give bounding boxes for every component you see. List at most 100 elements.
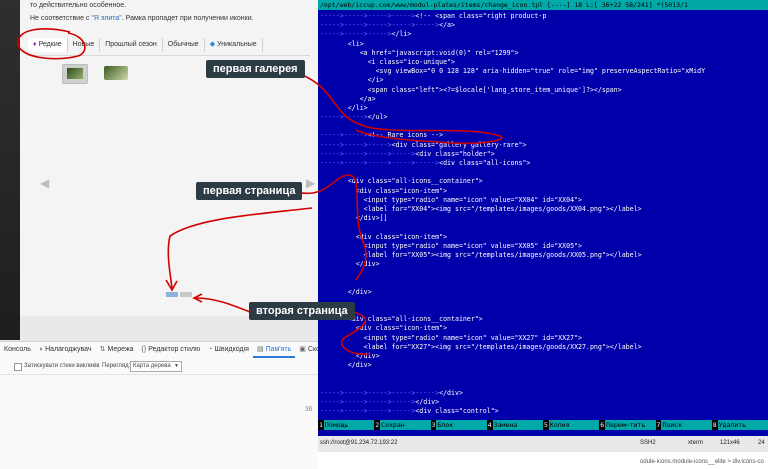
code-line[interactable]: <svg viewBox="0 0 128 128" aria-hidden="… bbox=[320, 67, 768, 76]
code-line[interactable] bbox=[320, 370, 768, 379]
fkey-button[interactable]: 1 Помощь bbox=[318, 420, 375, 430]
collapse-stacks-checkbox[interactable] bbox=[14, 363, 22, 371]
code-line[interactable]: ----->----->-----><div class="gallery ga… bbox=[320, 141, 768, 150]
code-line[interactable]: ----->----->----->-----><div class="hold… bbox=[320, 150, 768, 159]
code-text: <label for="XX27"><img src="/templates/i… bbox=[320, 342, 642, 351]
tab-rare[interactable]: ♦ Редкие bbox=[28, 38, 68, 52]
code-line[interactable]: <div class="icon-item"> bbox=[320, 324, 768, 333]
code-line[interactable] bbox=[320, 278, 768, 287]
performance-icon: ◔ bbox=[208, 346, 213, 353]
code-line[interactable] bbox=[320, 269, 768, 278]
code-line[interactable] bbox=[320, 297, 768, 306]
ssh-protocol: SSH2 bbox=[640, 440, 656, 446]
code-line[interactable]: </div> bbox=[320, 361, 768, 370]
code-text: <li> bbox=[320, 39, 364, 48]
code-line[interactable]: <div class="all-icons__container"> bbox=[320, 177, 768, 186]
code-line[interactable]: <a href="javascript:void(0)" rel="1299"> bbox=[320, 49, 768, 58]
devtools-tab-console[interactable]: Консоль bbox=[0, 342, 35, 358]
tab-markers: ----->-----> bbox=[320, 113, 368, 122]
page-indicator-2[interactable] bbox=[180, 292, 192, 297]
tab-markers: ----->----->----->-----> bbox=[320, 397, 416, 406]
icon-thumbnail[interactable] bbox=[104, 66, 128, 80]
code-line[interactable] bbox=[320, 122, 768, 131]
code-line[interactable]: </div> bbox=[320, 288, 768, 297]
page-indicator-1[interactable] bbox=[166, 292, 178, 297]
tab-unique[interactable]: ◆ Уникальные bbox=[205, 38, 263, 52]
code-line[interactable]: ----->----->-----></li> bbox=[320, 30, 768, 39]
fkey-button[interactable]: 3 Блок bbox=[430, 420, 487, 430]
gallery-prev-arrow[interactable]: ◀ bbox=[40, 176, 49, 190]
devtools-tab-debugger[interactable]: ◗ Налагоджувач bbox=[35, 342, 96, 358]
tab-new[interactable]: Новые bbox=[68, 38, 101, 52]
code-line[interactable]: </i> bbox=[320, 76, 768, 85]
devtools-tab-label: Пам'ять bbox=[265, 346, 292, 353]
code-line[interactable]: <input type="radio" name="icon" value="X… bbox=[320, 242, 768, 251]
code-line[interactable]: </div>[] bbox=[320, 214, 768, 223]
code-text: </div> bbox=[320, 361, 372, 370]
fkey-button[interactable]: 2 Сохран bbox=[374, 420, 431, 430]
code-line[interactable]: ----->----->----->----->-----></div> bbox=[320, 389, 768, 398]
code-line[interactable]: </li> bbox=[320, 104, 768, 113]
code-line[interactable]: ----->-----><!-- Rare icons --> bbox=[320, 131, 768, 140]
code-line[interactable] bbox=[320, 223, 768, 232]
icon-thumbnail-selected[interactable] bbox=[62, 64, 88, 84]
code-text: </div> bbox=[320, 351, 380, 360]
code-line[interactable]: <i class="ico-unique"> bbox=[320, 58, 768, 67]
devtools-hint: Зб bbox=[305, 407, 313, 413]
tab-markers: ----->----->-----> bbox=[320, 140, 392, 149]
code-area[interactable]: ----->----->----->-----> <!-- <span class… bbox=[320, 12, 768, 416]
fkey-label: Перем~тить bbox=[605, 420, 656, 430]
memory-icon: ▤ bbox=[256, 346, 264, 353]
code-line[interactable]: </div> bbox=[320, 352, 768, 361]
elite-link[interactable]: "Я элита" bbox=[91, 15, 121, 22]
code-line[interactable]: <span class="left"><?=$locale['lang_stor… bbox=[320, 86, 768, 95]
code-line[interactable]: <label for="XX05"><img src="/templates/i… bbox=[320, 251, 768, 260]
view-select-value: Карта дерева bbox=[133, 363, 171, 369]
code-line[interactable]: ----->----->----->----->-----><div class… bbox=[320, 159, 768, 168]
code-text: </li> bbox=[391, 30, 412, 39]
code-line[interactable]: <input type="radio" name="icon" value="X… bbox=[320, 196, 768, 205]
devtools-tabs: Консоль ◗ Налагоджувач ⇅ Мережа {} Редактор… bbox=[0, 342, 324, 358]
fkey-button[interactable]: 6 Перем~тить bbox=[599, 420, 656, 430]
code-line[interactable] bbox=[320, 380, 768, 389]
ssh-status-bar: ssh://root@91.234.72.193:22 SSH2 xterm 1… bbox=[318, 436, 768, 452]
fkey-button[interactable]: 7 Поиск bbox=[655, 420, 712, 430]
devtools-tab-performance[interactable]: ◔ Швидкодія bbox=[204, 342, 253, 358]
devtools-tab-style-editor[interactable]: {} Редактор стилю bbox=[138, 342, 205, 358]
gallery-next-arrow[interactable]: ▶ bbox=[306, 176, 315, 190]
code-line[interactable]: <label for="XX04"><img src="/templates/i… bbox=[320, 205, 768, 214]
fkey-button[interactable]: 4 Замена bbox=[486, 420, 543, 430]
tab-common[interactable]: Обычные bbox=[163, 38, 205, 52]
code-line[interactable]: ----->-----></ul> bbox=[320, 113, 768, 122]
view-select[interactable]: Карта дерева ▼ bbox=[130, 361, 182, 372]
code-text: </div> bbox=[439, 388, 463, 397]
devtools-tab-memory[interactable]: ▤ Пам'ять bbox=[252, 342, 296, 358]
code-line[interactable]: <div class="all-icons__container"> bbox=[320, 315, 768, 324]
tab-markers: ----->----->----->-----> bbox=[320, 149, 416, 158]
code-line[interactable] bbox=[320, 168, 768, 177]
view-label: Перегляд: bbox=[102, 363, 131, 369]
code-line[interactable] bbox=[320, 306, 768, 315]
tab-label: Обычные bbox=[167, 41, 199, 48]
code-line[interactable]: <input type="radio" name="icon" value="X… bbox=[320, 334, 768, 343]
code-line[interactable]: <div class="icon-item"> bbox=[320, 187, 768, 196]
code-line[interactable]: ----->----->----->-----></div> bbox=[320, 398, 768, 407]
code-line[interactable]: </a> bbox=[320, 95, 768, 104]
code-line[interactable]: ----->----->----->----->-----></a> bbox=[320, 21, 768, 30]
code-line[interactable]: <label for="XX27"><img src="/templates/i… bbox=[320, 343, 768, 352]
fkey-button[interactable]: 5 Копия bbox=[543, 420, 600, 430]
fkey-button[interactable]: 8 Удалить bbox=[711, 420, 768, 430]
terminal-editor[interactable]: /opt/web/iccup.com/www/modul-plates/item… bbox=[318, 0, 768, 452]
code-line[interactable]: ----->----->----->-----><div class="cont… bbox=[320, 407, 768, 416]
code-text: <label for="XX05"><img src="/templates/i… bbox=[320, 250, 642, 259]
code-line[interactable]: <li> bbox=[320, 40, 768, 49]
devtools-tab-network[interactable]: ⇅ Мережа bbox=[96, 342, 138, 358]
code-text: <!-- <span class="right product-p bbox=[415, 12, 547, 20]
code-line[interactable]: </div> bbox=[320, 260, 768, 269]
tab-markers: ----->----->----->----->-----> bbox=[320, 21, 440, 30]
description-line-2: Не соответствие с "Я элита". Рамка пропа… bbox=[30, 15, 254, 22]
code-line[interactable]: <div class="icon-item"> bbox=[320, 233, 768, 242]
tab-last-season[interactable]: Прошлый сезон bbox=[100, 38, 163, 52]
chevron-down-icon: ▼ bbox=[174, 363, 179, 369]
code-line[interactable]: ----->----->----->-----><!-- <span class… bbox=[320, 12, 768, 21]
